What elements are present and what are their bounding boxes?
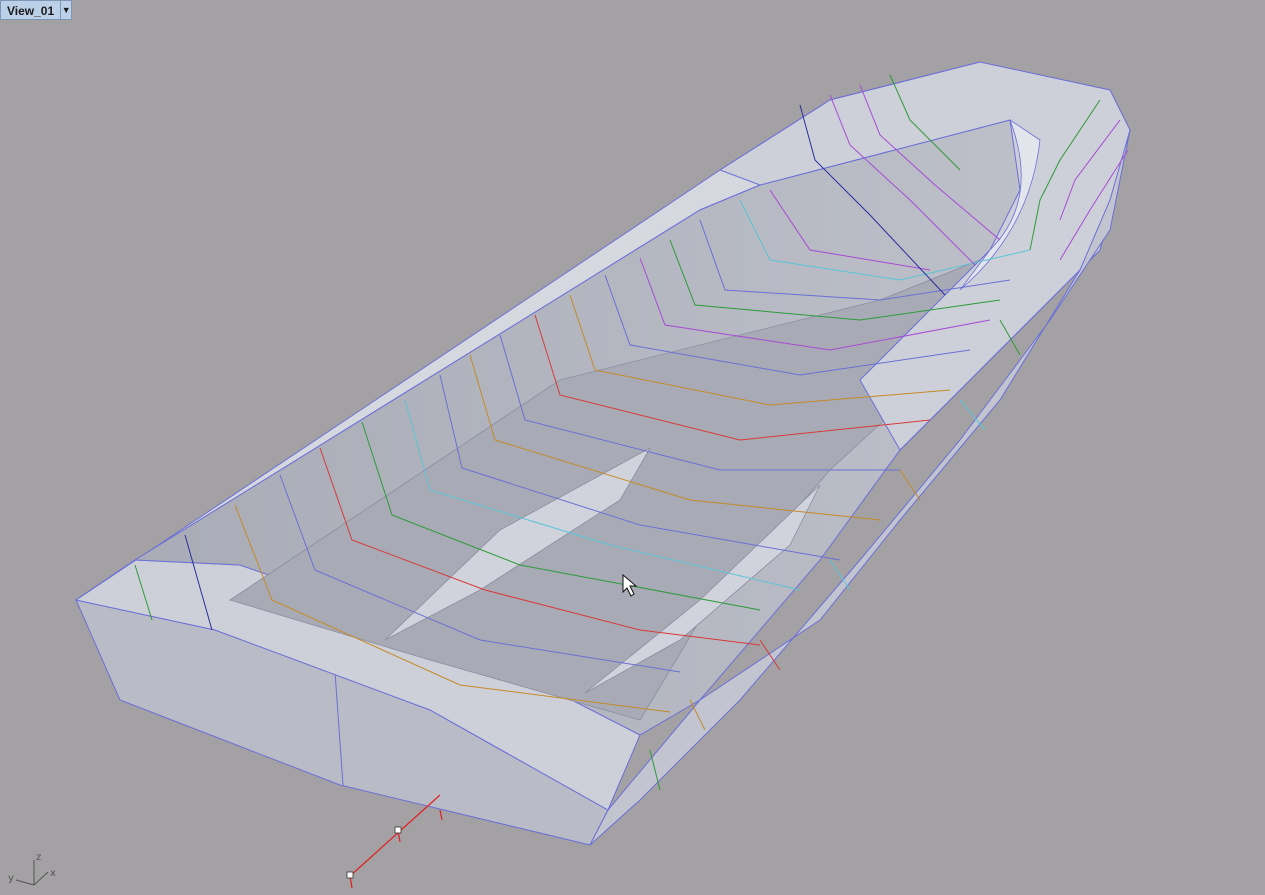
viewport-tab[interactable]: View_01 ▼ [0, 0, 73, 20]
chevron-down-icon[interactable]: ▼ [60, 0, 73, 20]
axis-label-z: z [36, 852, 41, 863]
viewport-title[interactable]: View_01 [0, 0, 61, 20]
gizmo-handle[interactable] [346, 871, 354, 879]
axis-label-y: y [8, 873, 14, 884]
gizmo-handle[interactable] [394, 826, 402, 834]
hull-model-canvas[interactable]: z x y [0, 0, 1265, 895]
world-axes-icon: z x y [8, 852, 56, 886]
origin-gizmo[interactable] [346, 794, 443, 889]
axis-label-x: x [50, 868, 56, 879]
perspective-viewport[interactable]: View_01 ▼ z x y [0, 0, 1265, 895]
